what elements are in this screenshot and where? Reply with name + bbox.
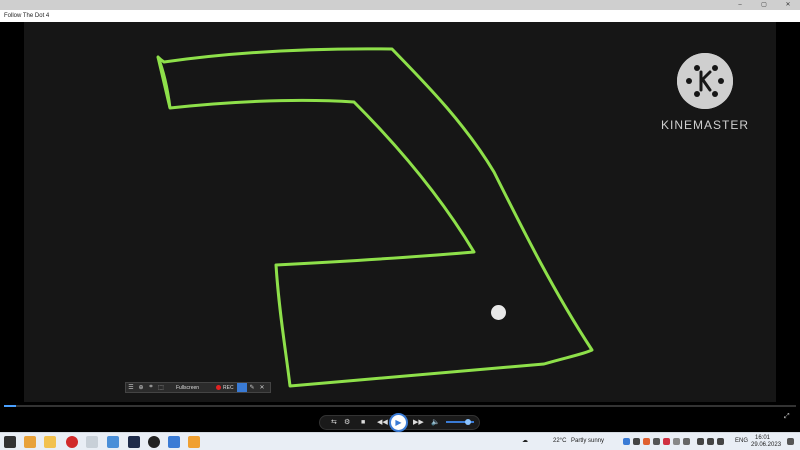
volume-slider-knob[interactable] [465, 419, 471, 425]
recorder-toolbar: ☰ ⊕ ⌗ ⬚ Fullscreen REC ✎ ✕ [125, 382, 271, 393]
window-title: Follow The Dot 4 [0, 10, 800, 22]
opera-icon[interactable] [66, 436, 78, 448]
chrome-icon[interactable] [24, 436, 36, 448]
speaker-icon[interactable] [707, 438, 714, 445]
media-player-icon[interactable] [188, 436, 200, 448]
weather-icon[interactable]: ☁ [522, 438, 528, 445]
tray-app-icon[interactable] [633, 438, 640, 445]
video-editor-icon[interactable] [107, 436, 119, 448]
record-button[interactable]: REC [223, 385, 237, 391]
window-top-strip: – ▢ ✕ [0, 0, 800, 10]
rewind-icon[interactable]: ◀◀ [377, 418, 388, 428]
language-indicator[interactable]: ENG [735, 438, 748, 445]
target-icon[interactable]: ⊕ [136, 384, 146, 391]
tray-app-icon[interactable] [653, 438, 660, 445]
minimize-button[interactable]: – [728, 0, 752, 10]
crop-icon[interactable]: ⌗ [146, 384, 156, 391]
weather-text[interactable]: Partly sunny [571, 438, 604, 445]
kinemaster-app-icon[interactable] [168, 436, 180, 448]
repeat-icon[interactable]: ⇆ [331, 418, 337, 428]
maximize-button[interactable]: ▢ [752, 0, 776, 10]
taskbar: ☁ 22°C Partly sunny ENG 16:01 29.06.2023 [0, 432, 800, 450]
window-controls: – ▢ ✕ [728, 0, 800, 10]
app-icon[interactable] [86, 436, 98, 448]
stop-icon[interactable]: ■ [361, 418, 365, 428]
recorder-app-icon[interactable] [148, 436, 160, 448]
clock-time[interactable]: 16:01 [755, 435, 770, 442]
play-button[interactable]: ▶ [389, 413, 408, 432]
video-frame [24, 22, 776, 402]
network-icon[interactable] [697, 438, 704, 445]
forward-icon[interactable]: ▶▶ [413, 418, 424, 428]
tray-app-icon[interactable] [623, 438, 630, 445]
recorder-mode[interactable]: Fullscreen [176, 385, 212, 391]
color-swatch[interactable] [237, 383, 247, 392]
record-icon[interactable] [216, 385, 221, 390]
v-app-icon[interactable] [128, 436, 140, 448]
tray-app-icon[interactable] [643, 438, 650, 445]
notifications-icon[interactable] [787, 438, 794, 445]
pen-icon[interactable]: ✎ [247, 384, 257, 391]
volume-icon[interactable]: 🔈 [431, 418, 440, 428]
video-area[interactable]: KINEMASTER ☰ ⊕ ⌗ ⬚ Fullscreen REC ✎ ✕ [0, 22, 800, 402]
path-start-cap [156, 56, 172, 109]
start-button-icon[interactable] [4, 436, 16, 448]
follow-path-outline [156, 47, 594, 388]
tray-app-icon[interactable] [663, 438, 670, 445]
kinemaster-logo-icon [677, 53, 733, 109]
settings-icon[interactable]: ⚙ [344, 418, 350, 428]
battery-icon[interactable] [717, 438, 724, 445]
path-line [156, 47, 594, 388]
seek-bar-fill [4, 405, 16, 407]
kinemaster-watermark: KINEMASTER [660, 118, 749, 132]
region-icon[interactable]: ⬚ [156, 384, 166, 391]
tray-app-icon[interactable] [673, 438, 680, 445]
tray-app-icon[interactable] [683, 438, 690, 445]
follow-dot [491, 305, 506, 320]
menu-icon[interactable]: ☰ [126, 384, 136, 391]
seek-bar[interactable] [4, 405, 796, 407]
file-explorer-icon[interactable] [44, 436, 56, 448]
weather-temp[interactable]: 22°C [553, 438, 566, 445]
close-button[interactable]: ✕ [776, 0, 800, 10]
close-icon[interactable]: ✕ [257, 384, 267, 391]
fullscreen-icon[interactable]: ⤢ [784, 413, 790, 421]
clock-date[interactable]: 29.06.2023 [751, 442, 781, 449]
